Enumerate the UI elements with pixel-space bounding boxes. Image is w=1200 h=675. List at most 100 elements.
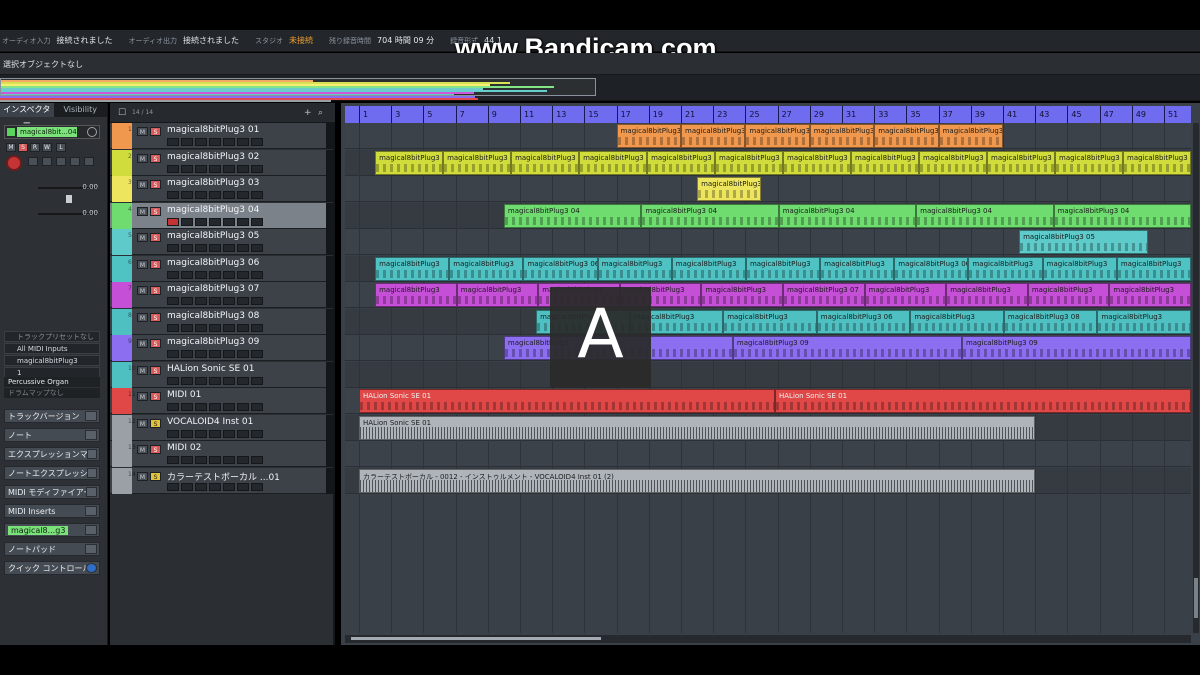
track-row[interactable]: 2 M Smagical8bitPlug3 02 — [110, 150, 335, 176]
track-control-button[interactable] — [251, 138, 263, 146]
track-control-button[interactable] — [209, 165, 221, 173]
track-row[interactable]: 4 M Smagical8bitPlug3 04 — [110, 203, 335, 229]
inspector-section[interactable]: ノートパッド — [4, 542, 100, 556]
track-control-button[interactable] — [181, 483, 193, 491]
track-control-button[interactable] — [237, 430, 249, 438]
track-control-button[interactable] — [223, 430, 235, 438]
track-control-button[interactable] — [209, 377, 221, 385]
track-control-button[interactable] — [195, 430, 207, 438]
midi-part[interactable]: magical8bitPlug3 — [919, 151, 987, 175]
track-control-button[interactable] — [223, 297, 235, 305]
track-control-button[interactable] — [237, 377, 249, 385]
track-control-button[interactable] — [237, 191, 249, 199]
section-icon[interactable] — [85, 430, 97, 440]
track-control-button[interactable] — [223, 191, 235, 199]
section-icon[interactable] — [85, 544, 97, 554]
power-icon[interactable] — [7, 128, 15, 136]
track-name[interactable]: カラーテストボーカル ...01 — [167, 470, 280, 483]
track-control-button[interactable] — [251, 483, 263, 491]
horizontal-scroll-thumb[interactable] — [351, 637, 601, 640]
track-control-button[interactable] — [223, 350, 235, 358]
track-row[interactable]: 9 M Smagical8bitPlug3 09 — [110, 335, 335, 361]
midi-part[interactable]: magical8bitPlug3 — [697, 177, 761, 201]
track-preset-select[interactable]: トラックプリセットなし — [4, 331, 100, 342]
track-lane[interactable] — [345, 176, 1191, 202]
track-control-button[interactable] — [209, 483, 221, 491]
track-control-button[interactable] — [251, 324, 263, 332]
event-display[interactable]: magical8bitPlug3 01magical8bitPlug3magic… — [345, 123, 1191, 633]
midi-part[interactable]: magical8bitPlug3 08 — [1004, 310, 1098, 334]
track-name[interactable]: MIDI 01 — [167, 390, 201, 400]
solo-button[interactable]: S — [18, 143, 28, 152]
track-control-button[interactable] — [237, 297, 249, 305]
solo-button[interactable]: S — [150, 472, 161, 481]
read-button[interactable]: R — [30, 143, 40, 152]
midi-part[interactable]: magical8bitPlug3 — [457, 283, 539, 307]
midi-part[interactable]: magical8bitPlug3 09 — [733, 336, 962, 360]
track-control-button[interactable] — [167, 191, 179, 199]
mute-button[interactable]: M — [6, 143, 16, 152]
inspector-section[interactable]: トラックバージョン — [4, 409, 100, 423]
section-icon[interactable] — [87, 449, 97, 459]
midi-part[interactable]: magical8bitPlug3 — [1123, 151, 1191, 175]
mute-button[interactable]: M — [137, 233, 148, 242]
midi-part[interactable]: magical8bitPlug3 — [1117, 257, 1191, 281]
track-name[interactable]: magical8bitPlug3 01 — [167, 125, 259, 135]
track-lane[interactable] — [345, 441, 1191, 467]
inspector-section[interactable]: MIDI Inserts — [4, 504, 100, 518]
midi-part[interactable]: magical8bitPlug3 09 — [962, 336, 1191, 360]
track-control-button[interactable] — [237, 456, 249, 464]
track-row[interactable]: 13 M S MIDI 02 — [110, 441, 335, 467]
midi-part[interactable]: magical8bitPlug3 — [375, 151, 443, 175]
midi-part[interactable]: magical8bitPlug3 — [598, 257, 672, 281]
drum-map-select[interactable]: ドラムマップなし — [4, 388, 100, 398]
track-control-button[interactable] — [251, 403, 263, 411]
monitor-button[interactable] — [28, 157, 38, 166]
track-control-button[interactable] — [251, 430, 263, 438]
record-enable-button[interactable] — [6, 155, 22, 171]
inspector-section[interactable]: ノートエクスプレッション — [4, 466, 100, 480]
track-control-button[interactable] — [195, 483, 207, 491]
vertical-scroll-thumb[interactable] — [1194, 578, 1198, 618]
inspector-section[interactable]: MIDI モディファイアー — [4, 485, 100, 499]
track-row[interactable]: 1 M Smagical8bitPlug3 01 — [110, 123, 335, 149]
midi-input-select[interactable]: All MIDI Inputs — [4, 343, 100, 354]
solo-button[interactable]: S — [150, 366, 161, 375]
solo-button[interactable]: S — [150, 445, 161, 454]
track-row[interactable]: 8 M Smagical8bitPlug3 08 — [110, 309, 335, 335]
track-control-button[interactable] — [181, 218, 193, 226]
midi-part[interactable]: カラーテストボーカル - 0012 - インストゥルメント - VOCALOID… — [359, 469, 1035, 493]
track-control-button[interactable] — [209, 456, 221, 464]
midi-part[interactable]: magical8bitPlug3 — [701, 283, 783, 307]
inspector-section[interactable]: ノート — [4, 428, 100, 442]
midi-part[interactable]: magical8bitPlug3 — [939, 124, 1003, 148]
track-control-button[interactable] — [195, 350, 207, 358]
midi-part[interactable]: magical8bitPlug3 — [511, 151, 579, 175]
midi-part[interactable]: magical8bitPlug3 — [1097, 310, 1191, 334]
midi-part[interactable]: magical8bitPlug3 — [681, 124, 745, 148]
track-control-button[interactable] — [181, 456, 193, 464]
track-row[interactable]: 5 M Smagical8bitPlug3 05 — [110, 229, 335, 255]
section-icon[interactable] — [86, 487, 97, 497]
section-icon[interactable] — [87, 468, 97, 478]
midi-part[interactable]: magical8bitPlug3 — [723, 310, 817, 334]
midi-part[interactable]: magical8bitPlug3 — [672, 257, 746, 281]
mute-button[interactable]: M — [137, 392, 148, 401]
track-control-button[interactable] — [251, 191, 263, 199]
section-icon[interactable] — [85, 411, 97, 421]
mute-button[interactable]: M — [137, 339, 148, 348]
track-control-button[interactable] — [167, 377, 179, 385]
track-control-button[interactable] — [181, 350, 193, 358]
track-control-button[interactable] — [181, 430, 193, 438]
mute-button[interactable]: M — [137, 180, 148, 189]
track-control-button[interactable] — [195, 403, 207, 411]
section-icon[interactable] — [85, 506, 97, 516]
track-name[interactable]: VOCALOID4 Inst 01 — [167, 417, 253, 427]
midi-part[interactable]: magical8bitPlug3 — [910, 310, 1004, 334]
track-name[interactable]: magical8bitPlug3 07 — [167, 284, 259, 294]
track-name[interactable]: magical8bitPlug3 02 — [167, 152, 259, 162]
mute-button[interactable]: M — [137, 366, 148, 375]
solo-button[interactable]: S — [150, 260, 161, 269]
track-row[interactable]: 11 M S MIDI 01 — [110, 388, 335, 414]
midi-part[interactable]: magical8bitPlug3 — [874, 124, 938, 148]
